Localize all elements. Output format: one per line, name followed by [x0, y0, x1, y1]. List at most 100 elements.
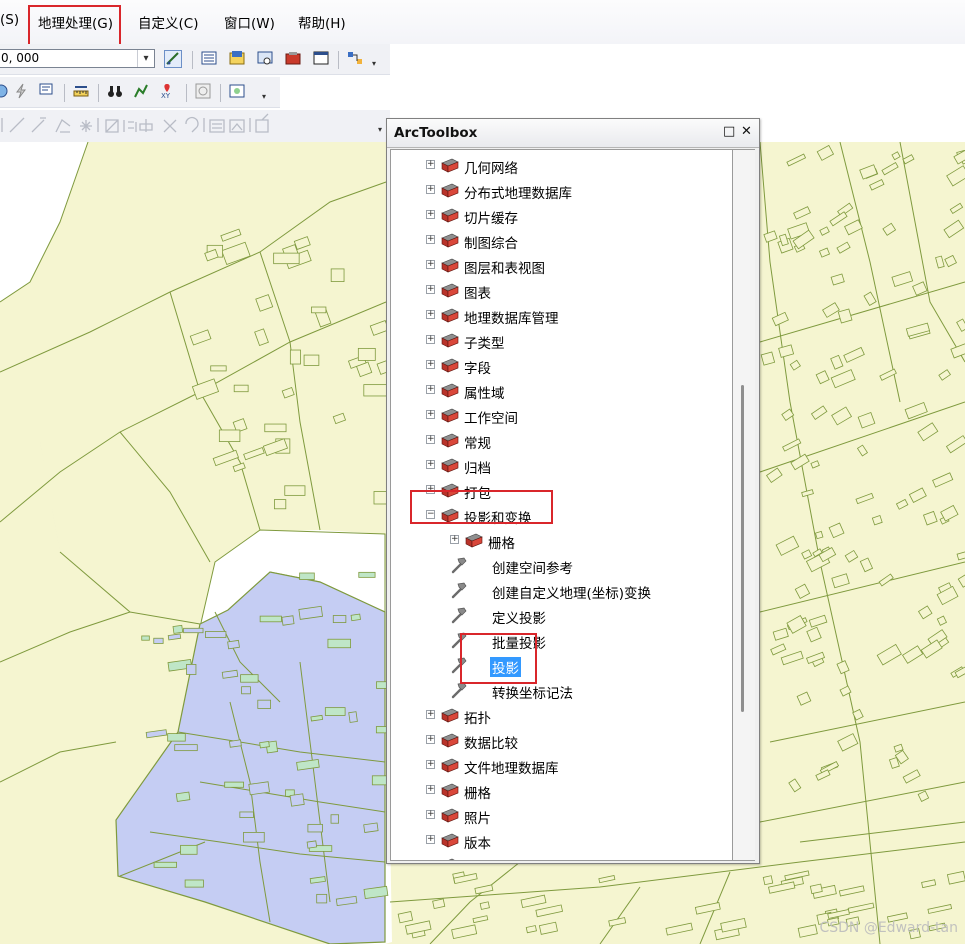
- toolbox-item[interactable]: + 子类型: [391, 329, 731, 352]
- expand-icon[interactable]: +: [426, 160, 435, 169]
- globe-icon[interactable]: [0, 83, 10, 101]
- catalog-icon[interactable]: [228, 50, 246, 68]
- toolbar-options-icon[interactable]: ▾: [378, 126, 384, 136]
- editor-toolbar-icon[interactable]: [164, 50, 182, 68]
- toolbox-item[interactable]: + 地理数据库管理: [391, 304, 731, 327]
- toolbox-item[interactable]: + 工作空间: [391, 404, 731, 427]
- expand-icon[interactable]: +: [426, 710, 435, 719]
- toolbox-item[interactable]: + 归档: [391, 454, 731, 477]
- scrollbar-thumb[interactable]: [741, 385, 744, 712]
- expand-icon[interactable]: +: [426, 310, 435, 319]
- toolbox-label: 图层和表视图: [464, 261, 545, 277]
- toolbox-item[interactable]: + 数据比较: [391, 729, 731, 752]
- expand-icon[interactable]: +: [426, 335, 435, 344]
- float-window-icon[interactable]: □: [723, 124, 735, 139]
- menu-item-help[interactable]: 帮助(H): [298, 12, 346, 32]
- tool-item[interactable]: 定义投影: [391, 604, 731, 627]
- toolbox-label: 地理数据库管理: [464, 311, 559, 327]
- collapse-icon[interactable]: −: [426, 510, 435, 519]
- tool-item[interactable]: 创建空间参考: [391, 554, 731, 577]
- modelbuilder-icon[interactable]: [346, 50, 364, 68]
- expand-icon[interactable]: +: [426, 435, 435, 444]
- toolbox-icon: [448, 858, 455, 860]
- menu-item-geoprocessing[interactable]: 地理处理(G): [38, 12, 113, 32]
- expand-icon[interactable]: +: [426, 185, 435, 194]
- expand-icon[interactable]: +: [426, 460, 435, 469]
- arctoolbox-title-bar[interactable]: ArcToolbox □ ✕: [387, 119, 759, 148]
- tool-item[interactable]: 批量投影: [391, 629, 731, 652]
- toolbox-item[interactable]: + 图表: [391, 279, 731, 302]
- toolbox-icon: [441, 808, 459, 823]
- toolbox-item[interactable]: + 文件地理数据库: [391, 754, 731, 777]
- building-footprint: [316, 893, 328, 904]
- expand-icon[interactable]: +: [426, 260, 435, 269]
- expand-icon[interactable]: +: [426, 285, 435, 294]
- search-window-icon[interactable]: [256, 50, 274, 68]
- toolbox-icon: [441, 208, 459, 223]
- expand-icon[interactable]: +: [426, 385, 435, 394]
- toolbar-options-icon[interactable]: ▾: [262, 93, 268, 103]
- toolbox-tree[interactable]: + 几何网络 + 分布式地理数据库 + 切片缓存 + 制图综合 + 图层和表视图 + 图表 + 地理数据库…: [390, 149, 733, 861]
- expand-icon[interactable]: +: [426, 210, 435, 219]
- chevron-down-icon[interactable]: ▾: [137, 50, 154, 67]
- go-to-xy-icon[interactable]: XY: [158, 83, 176, 101]
- toolbox-item[interactable]: + 常规: [391, 429, 731, 452]
- toolbox-item[interactable]: + 栅格: [391, 779, 731, 802]
- toolbox-item[interactable]: + 栅格: [391, 529, 731, 552]
- map-scale-combo[interactable]: 0, 000 ▾: [0, 49, 155, 68]
- toolbox-label: 子类型: [464, 336, 505, 352]
- expand-icon[interactable]: +: [426, 485, 435, 494]
- lightning-icon[interactable]: [12, 83, 30, 101]
- toolbox-item[interactable]: + 几何网络: [391, 154, 731, 177]
- binoculars-icon[interactable]: [106, 83, 124, 101]
- toolbox-item[interactable]: + 图层和表视图: [391, 254, 731, 277]
- toolbox-item[interactable]: + 制图综合: [391, 229, 731, 252]
- toolbox-item[interactable]: + 属性域: [391, 379, 731, 402]
- tool-item[interactable]: 创建自定义地理(坐标)变换: [391, 579, 731, 602]
- expand-icon[interactable]: +: [426, 735, 435, 744]
- toolbox-item[interactable]: + 分布式地理数据库: [391, 179, 731, 202]
- tool-label: 定义投影: [492, 611, 546, 627]
- arctoolbox-icon[interactable]: [284, 50, 302, 68]
- measure-icon[interactable]: [72, 83, 90, 101]
- close-icon[interactable]: ✕: [741, 124, 752, 139]
- python-window-icon[interactable]: [312, 50, 330, 68]
- menu-item-select[interactable]: (S): [0, 12, 19, 28]
- time-slider-icon[interactable]: [194, 83, 212, 101]
- toolbox-item[interactable]: + 字段: [391, 354, 731, 377]
- toolbox-label: 照片: [464, 811, 491, 827]
- tool-item[interactable]: 投影: [391, 654, 731, 677]
- toolbox-item[interactable]: + 拓扑: [391, 704, 731, 727]
- building-footprint: [248, 781, 270, 796]
- expand-icon[interactable]: +: [426, 235, 435, 244]
- menu-item-windows[interactable]: 窗口(W): [224, 12, 275, 32]
- toolbox-item[interactable]: + 版本: [391, 829, 731, 852]
- expand-icon[interactable]: +: [426, 810, 435, 819]
- toolbar-options-icon[interactable]: ▾: [372, 60, 378, 70]
- expand-icon[interactable]: +: [450, 535, 459, 544]
- expand-icon[interactable]: +: [427, 860, 435, 861]
- expand-icon[interactable]: +: [426, 760, 435, 769]
- building-footprint: [274, 499, 287, 510]
- find-route-icon[interactable]: [132, 83, 150, 101]
- vertical-scrollbar[interactable]: [733, 149, 755, 861]
- arctoolbox-window[interactable]: ArcToolbox □ ✕ + 几何网络 + 分布式地理数据库 + 切片缓存 + 制图综合 +…: [386, 118, 760, 864]
- expand-icon[interactable]: +: [426, 785, 435, 794]
- toolbox-label: 索引: [464, 857, 491, 860]
- toolbox-item[interactable]: − 投影和变换: [391, 504, 731, 527]
- toolbox-item[interactable]: + 照片: [391, 804, 731, 827]
- toolbox-item[interactable]: + 切片缓存: [391, 204, 731, 227]
- toolbox-label: 拓扑: [464, 711, 491, 727]
- tool-item[interactable]: 转换坐标记法: [391, 679, 731, 702]
- expand-icon[interactable]: +: [426, 360, 435, 369]
- building-footprint: [240, 674, 259, 683]
- toolbox-item[interactable]: + 索引: [391, 854, 731, 861]
- menu-item-customize[interactable]: 自定义(C): [138, 12, 198, 32]
- toolbox-item[interactable]: + 打包: [391, 479, 731, 502]
- table-of-contents-icon[interactable]: [200, 50, 218, 68]
- create-viewer-window-icon[interactable]: [228, 83, 246, 101]
- building-footprint: [224, 781, 244, 788]
- identify-popup-icon[interactable]: [38, 83, 56, 101]
- expand-icon[interactable]: +: [426, 835, 435, 844]
- expand-icon[interactable]: +: [426, 410, 435, 419]
